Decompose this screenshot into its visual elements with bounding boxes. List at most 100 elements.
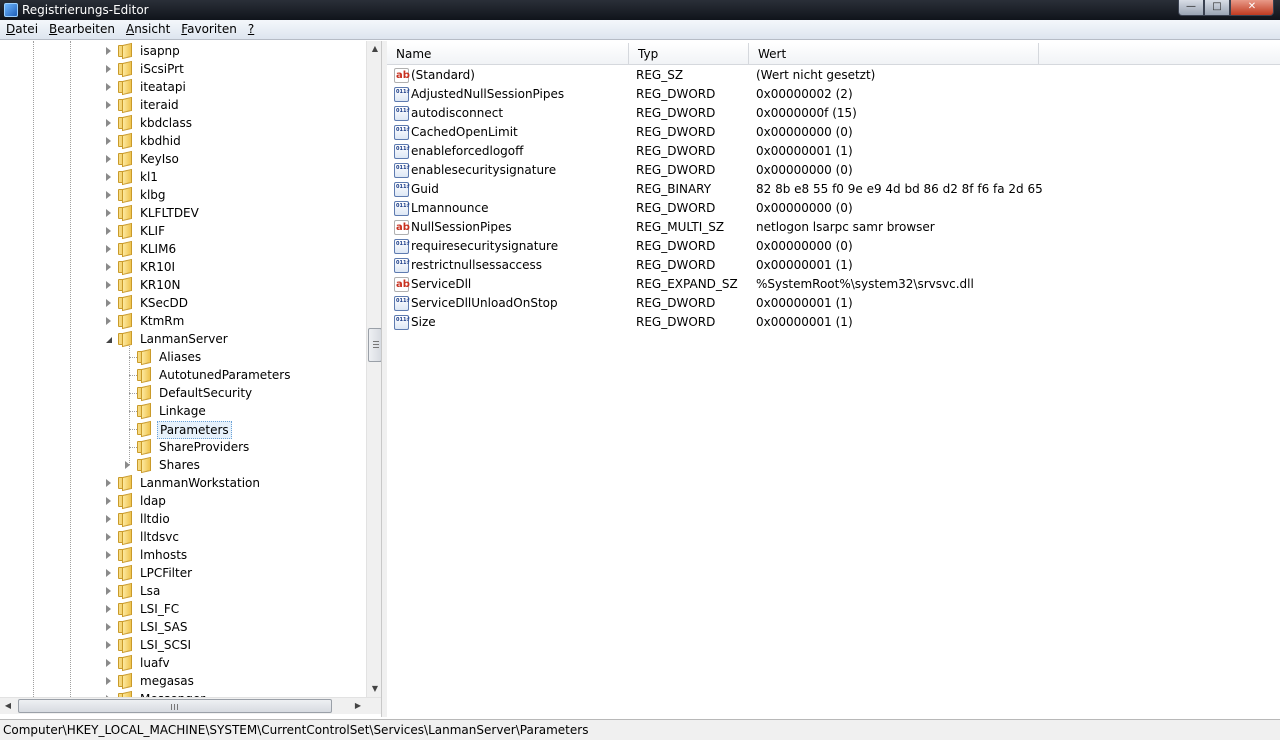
expand-arrow-icon[interactable] (106, 551, 111, 559)
scroll-down-arrow-icon[interactable]: ▼ (367, 681, 381, 697)
expand-arrow-icon[interactable] (106, 263, 111, 271)
tree-item[interactable]: Shares (0, 456, 366, 474)
tree-item[interactable]: Lsa (0, 582, 366, 600)
expand-arrow-icon[interactable] (106, 623, 111, 631)
value-row[interactable]: autodisconnect REG_DWORD 0x0000000f (15) (387, 104, 1280, 123)
expand-arrow-icon[interactable] (106, 209, 111, 217)
value-row[interactable]: Guid REG_BINARY 82 8b e8 55 f0 9e e9 4d bd… (387, 180, 1280, 199)
tree-item[interactable]: LSI_SAS (0, 618, 366, 636)
expand-arrow-icon[interactable] (106, 227, 111, 235)
expand-arrow-icon[interactable] (106, 83, 111, 91)
tree-item[interactable]: iteraid (0, 96, 366, 114)
value-row[interactable]: ServiceDll REG_EXPAND_SZ %SystemRoot%\syst… (387, 275, 1280, 294)
menu-item[interactable]: Datei (0, 20, 43, 39)
expand-arrow-icon[interactable] (106, 245, 111, 253)
expand-arrow-icon[interactable] (106, 47, 111, 55)
value-row[interactable]: enablesecuritysignature REG_DWORD 0x000000… (387, 161, 1280, 180)
value-row[interactable]: NullSessionPipes REG_MULTI_SZ netlogon lsa… (387, 218, 1280, 237)
tree-item[interactable]: DefaultSecurity (0, 384, 366, 402)
expand-arrow-icon[interactable] (106, 533, 111, 541)
tree-item[interactable]: iScsiPrt (0, 60, 366, 78)
value-row[interactable]: (Standard) REG_SZ (Wert nicht gesetzt) (387, 66, 1280, 85)
menu-item[interactable]: ? (242, 20, 259, 39)
expand-arrow-icon[interactable] (106, 497, 111, 505)
tree-item[interactable]: KR10I (0, 258, 366, 276)
expand-arrow-icon[interactable] (106, 659, 111, 667)
tree-item[interactable]: LSI_SCSI (0, 636, 366, 654)
tree-item[interactable]: KSecDD (0, 294, 366, 312)
value-row[interactable]: Size REG_DWORD 0x00000001 (1) (387, 313, 1280, 332)
tree-item[interactable]: lltdsvc (0, 528, 366, 546)
tree-item[interactable]: Parameters (0, 420, 366, 439)
tree-item[interactable]: isapnp (0, 42, 366, 60)
tree-item[interactable]: KtmRm (0, 312, 366, 330)
expand-arrow-icon[interactable] (106, 155, 111, 163)
tree-item[interactable]: kl1 (0, 168, 366, 186)
expand-arrow-icon[interactable] (106, 191, 111, 199)
expand-arrow-icon[interactable] (106, 641, 111, 649)
expand-arrow-icon[interactable] (106, 317, 111, 325)
expand-arrow-icon[interactable] (106, 101, 111, 109)
tree-item[interactable]: KLFLTDEV (0, 204, 366, 222)
expand-arrow-icon[interactable] (106, 281, 111, 289)
tree-item[interactable]: KeyIso (0, 150, 366, 168)
expand-arrow-icon[interactable] (106, 173, 111, 181)
value-row[interactable]: CachedOpenLimit REG_DWORD 0x00000000 (0) (387, 123, 1280, 142)
value-row[interactable]: requiresecuritysignature REG_DWORD 0x00000… (387, 237, 1280, 256)
tree-item[interactable]: kbdclass (0, 114, 366, 132)
expand-arrow-icon[interactable] (106, 677, 111, 685)
tree-item[interactable]: LPCFilter (0, 564, 366, 582)
column-header-value[interactable]: Wert (749, 43, 1039, 65)
close-button[interactable]: ✕ (1230, 0, 1274, 16)
expand-arrow-icon[interactable] (106, 65, 111, 73)
value-row[interactable]: enableforcedlogoff REG_DWORD 0x00000001 (1… (387, 142, 1280, 161)
tree-item[interactable]: Linkage (0, 402, 366, 420)
tree-item[interactable]: KLIF (0, 222, 366, 240)
expand-arrow-icon[interactable] (106, 587, 111, 595)
value-row[interactable]: AdjustedNullSessionPipes REG_DWORD 0x00000… (387, 85, 1280, 104)
tree-item[interactable]: LanmanServer (0, 330, 366, 348)
tree-item[interactable]: Messenger (0, 690, 366, 697)
tree-item[interactable]: KLIM6 (0, 240, 366, 258)
maximize-button[interactable]: □ (1204, 0, 1230, 16)
tree-vertical-scroll-thumb[interactable] (368, 328, 381, 362)
tree-item[interactable]: Aliases (0, 348, 366, 366)
scroll-up-arrow-icon[interactable]: ▲ (367, 41, 381, 57)
column-header-type[interactable]: Typ (629, 43, 749, 65)
tree-item[interactable]: ShareProviders (0, 438, 366, 456)
expand-arrow-icon[interactable] (106, 515, 111, 523)
value-row[interactable]: restrictnullsessaccess REG_DWORD 0x0000000… (387, 256, 1280, 275)
tree-horizontal-scrollbar[interactable]: ◀ ▶ (0, 697, 381, 714)
tree-item[interactable]: klbg (0, 186, 366, 204)
tree-vertical-scrollbar[interactable]: ▲ ▼ (366, 41, 381, 697)
tree-item[interactable]: lltdio (0, 510, 366, 528)
menu-item[interactable]: Favoriten (175, 20, 242, 39)
tree-item[interactable]: megasas (0, 672, 366, 690)
tree-item[interactable]: KR10N (0, 276, 366, 294)
expand-arrow-icon[interactable] (106, 479, 111, 487)
expand-arrow-icon[interactable] (106, 119, 111, 127)
tree-item[interactable]: LanmanWorkstation (0, 474, 366, 492)
value-row[interactable]: ServiceDllUnloadOnStop REG_DWORD 0x0000000… (387, 294, 1280, 313)
scroll-left-arrow-icon[interactable]: ◀ (0, 698, 16, 714)
expand-arrow-icon[interactable] (106, 299, 111, 307)
minimize-button[interactable]: — (1178, 0, 1204, 16)
tree-item[interactable]: ldap (0, 492, 366, 510)
tree-item[interactable]: luafv (0, 654, 366, 672)
tree-item[interactable]: AutotunedParameters (0, 366, 366, 384)
value-row[interactable]: Lmannounce REG_DWORD 0x00000000 (0) (387, 199, 1280, 218)
column-header-name[interactable]: Name (387, 43, 629, 65)
menu-item[interactable]: Ansicht (120, 20, 175, 39)
tree-item[interactable]: lmhosts (0, 546, 366, 564)
tree-horizontal-scroll-thumb[interactable] (18, 699, 332, 713)
menu-item[interactable]: Bearbeiten (43, 20, 120, 39)
tree-item[interactable]: LSI_FC (0, 600, 366, 618)
expand-arrow-icon[interactable] (125, 461, 130, 469)
collapse-arrow-icon[interactable] (106, 337, 112, 343)
tree-item[interactable]: kbdhid (0, 132, 366, 150)
tree-item[interactable]: iteatapi (0, 78, 366, 96)
scroll-right-arrow-icon[interactable]: ▶ (350, 698, 366, 714)
expand-arrow-icon[interactable] (106, 605, 111, 613)
expand-arrow-icon[interactable] (106, 137, 111, 145)
expand-arrow-icon[interactable] (106, 569, 111, 577)
